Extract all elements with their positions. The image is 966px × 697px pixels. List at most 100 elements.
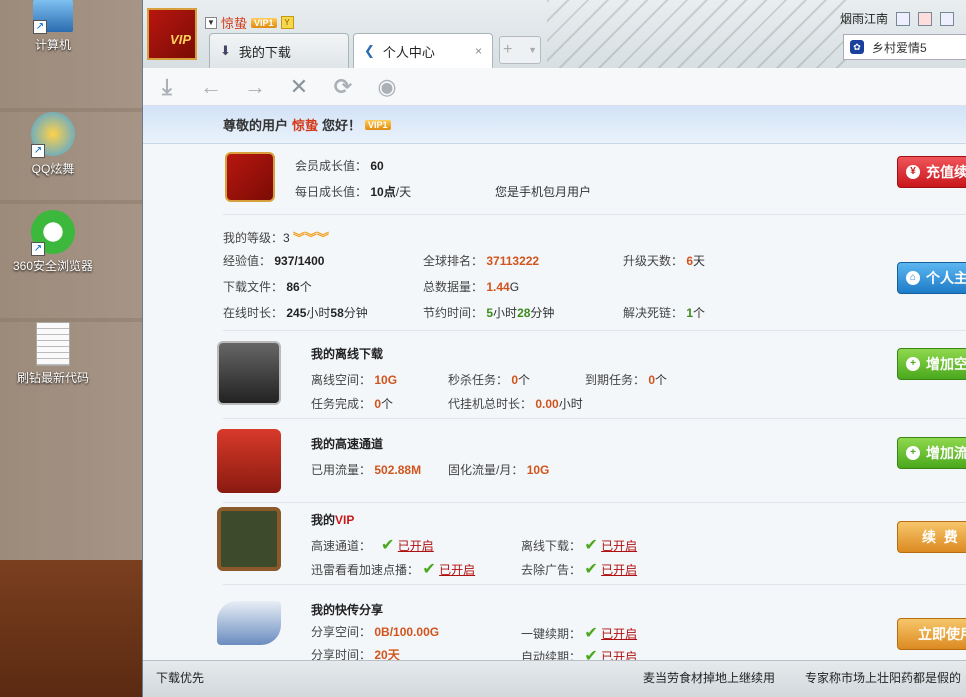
vip-badge: VIP1 (365, 119, 391, 130)
title-bar: VIP ▼ 惊蛰 VIP1 Y ⬇ 我的下载 ❮ 个人中心 × + ▼ 烟雨江南… (143, 0, 966, 68)
files-unit: 个 (299, 280, 312, 294)
desktop-icon-textfile[interactable]: 刷钻最新代码 (8, 322, 98, 386)
desktop-icon-label: 360安全浏览器 (12, 259, 94, 273)
vip-title-prefix: 我的 (311, 513, 336, 527)
vip-title-vip: VIP (335, 513, 355, 527)
desktop-floor (0, 560, 145, 697)
vip-item-label: 迅雷看看加速点播： (311, 563, 420, 577)
status-left[interactable]: 下载优先 (156, 669, 204, 686)
vip-status-link[interactable]: 已开启 (398, 539, 434, 553)
greeting-name: 惊蛰 (292, 118, 319, 133)
eye-icon[interactable]: ◉ (375, 74, 399, 99)
user-menu[interactable]: ▼ 惊蛰 VIP1 Y (205, 13, 294, 32)
space-value: 10G (374, 373, 398, 387)
dropdown-icon[interactable]: ▼ (205, 16, 217, 29)
renew1-label: 一键续期： (521, 627, 582, 641)
desktop-icon-qqx5[interactable]: ↗ QQ炫舞 (8, 112, 98, 177)
hours-unit: 小时 (493, 306, 518, 320)
add-space-button[interactable]: + 增加空 (897, 348, 966, 380)
new-tab-button[interactable]: + ▼ (499, 36, 541, 64)
check-icon: ✔ (584, 561, 598, 578)
recharge-button[interactable]: ¥ 充值续 (897, 156, 966, 188)
files-label: 下载文件： (223, 280, 284, 294)
chevron-down-icon[interactable]: ▼ (528, 45, 537, 55)
use-now-button[interactable]: 立即使用 (897, 618, 966, 650)
personal-home-button[interactable]: ⌂ 个人主 (897, 262, 966, 294)
add-traffic-button[interactable]: + 增加流 (897, 437, 966, 469)
upgrade-unit: 天 (693, 254, 706, 268)
instant-unit: 个 (518, 373, 531, 387)
note-icon[interactable] (896, 11, 911, 26)
used-value: 502.88M (374, 463, 422, 477)
weather-city[interactable]: 烟雨江南 (840, 10, 888, 27)
airplane-icon (217, 601, 281, 645)
member-section: 会员成长值： 60 每日成长值： 10点/天 您是手机包月用户 (223, 145, 966, 215)
desktop-icon-label: 计算机 (34, 38, 71, 52)
yellow-badge-icon[interactable]: Y (280, 16, 294, 29)
exp-label: 经验值： (223, 254, 272, 268)
plus-icon: + (906, 357, 920, 371)
forward-icon[interactable]: → (243, 74, 267, 99)
files-value: 86 (286, 280, 300, 294)
calendar-icon[interactable] (918, 11, 933, 26)
tab-personal-center[interactable]: ❮ 个人中心 × (353, 33, 493, 68)
status-news-2[interactable]: 专家称市场上壮阳药都是假的 (805, 669, 961, 686)
renew1-link[interactable]: 已开启 (601, 627, 637, 641)
data-value: 1.44 (486, 280, 510, 294)
level-value: 3 (283, 231, 290, 245)
hours-unit: 小时 (306, 306, 331, 320)
check-icon: ✔ (584, 625, 598, 642)
fixed-value: 10G (526, 463, 550, 477)
close-tab-icon[interactable]: × (475, 44, 482, 58)
expire-label: 到期任务： (585, 373, 646, 387)
download-tab-icon: ⬇ (220, 43, 231, 58)
status-news-1[interactable]: 麦当劳食材掉地上继续用 (643, 669, 775, 686)
desktop-icon-computer[interactable]: ↗ 计算机 (8, 0, 98, 53)
username: 惊蛰 (221, 16, 248, 31)
online-hours: 245 (286, 306, 307, 320)
saved-label: 节约时间： (423, 306, 484, 320)
highspeed-section: 我的高速通道 已用流量： 502.88M 固化流量/月： 10G (217, 419, 966, 503)
weather-area: 烟雨江南 (840, 10, 955, 27)
data-label: 总数据量： (423, 280, 484, 294)
greeting-suffix: 您好！ (322, 118, 362, 133)
tab-my-downloads[interactable]: ⬇ 我的下载 (209, 33, 349, 68)
offline-section: 我的离线下载 离线空间： 10G 秒杀任务： 0个 到期任务： 0个 任务完成：… (217, 331, 966, 419)
qqx5-icon: ↗ (31, 112, 75, 158)
bird-icon: ❮ (364, 43, 375, 58)
growth-value: 60 (370, 159, 384, 173)
plus-icon: + (503, 41, 513, 58)
vip-status-link[interactable]: 已开启 (601, 539, 637, 553)
search-engine-dropdown[interactable]: ✿ 乡村爱情5 (843, 34, 966, 60)
instant-label: 秒杀任务： (448, 373, 509, 387)
greeting-prefix: 尊敬的用户 (223, 118, 289, 133)
level-chevrons-icon: ︾︾︾ (293, 231, 330, 245)
renew-button[interactable]: 续 费 (897, 521, 966, 553)
plus-icon: + (906, 446, 920, 460)
growth-label: 会员成长值： (295, 159, 368, 173)
hang-unit: 小时 (558, 397, 583, 411)
settings-icon[interactable] (940, 11, 955, 26)
desktop-icon-label: 刷钻最新代码 (16, 371, 89, 385)
vip-item-label: 高速通道： (311, 539, 372, 553)
fixed-label: 固化流量/月： (448, 463, 524, 477)
desktop-icon-360browser[interactable]: ↗ 360安全浏览器 (8, 210, 98, 274)
vip-status-link[interactable]: 已开启 (601, 563, 637, 577)
daily-value: 10 (370, 185, 384, 199)
text-file-icon (36, 322, 70, 366)
done-label: 任务完成： (311, 397, 372, 411)
button-label: 充值续 (926, 164, 966, 180)
back-icon[interactable]: ← (199, 74, 223, 99)
saved-minutes: 28 (517, 306, 531, 320)
chalkboard-icon (217, 507, 281, 571)
download-icon[interactable]: ⤓ (155, 74, 179, 99)
computer-icon: ↗ (33, 0, 73, 34)
vip-item-label: 离线下载： (521, 539, 582, 553)
refresh-icon[interactable]: ⟳ (331, 74, 355, 99)
paw-icon: ✿ (850, 40, 864, 54)
vip-status-link[interactable]: 已开启 (439, 563, 475, 577)
vip-logo[interactable]: VIP (147, 8, 197, 60)
offline-title: 我的离线下载 (311, 347, 384, 361)
share-space-label: 分享空间： (311, 625, 372, 639)
stop-icon[interactable]: ✕ (287, 74, 311, 99)
